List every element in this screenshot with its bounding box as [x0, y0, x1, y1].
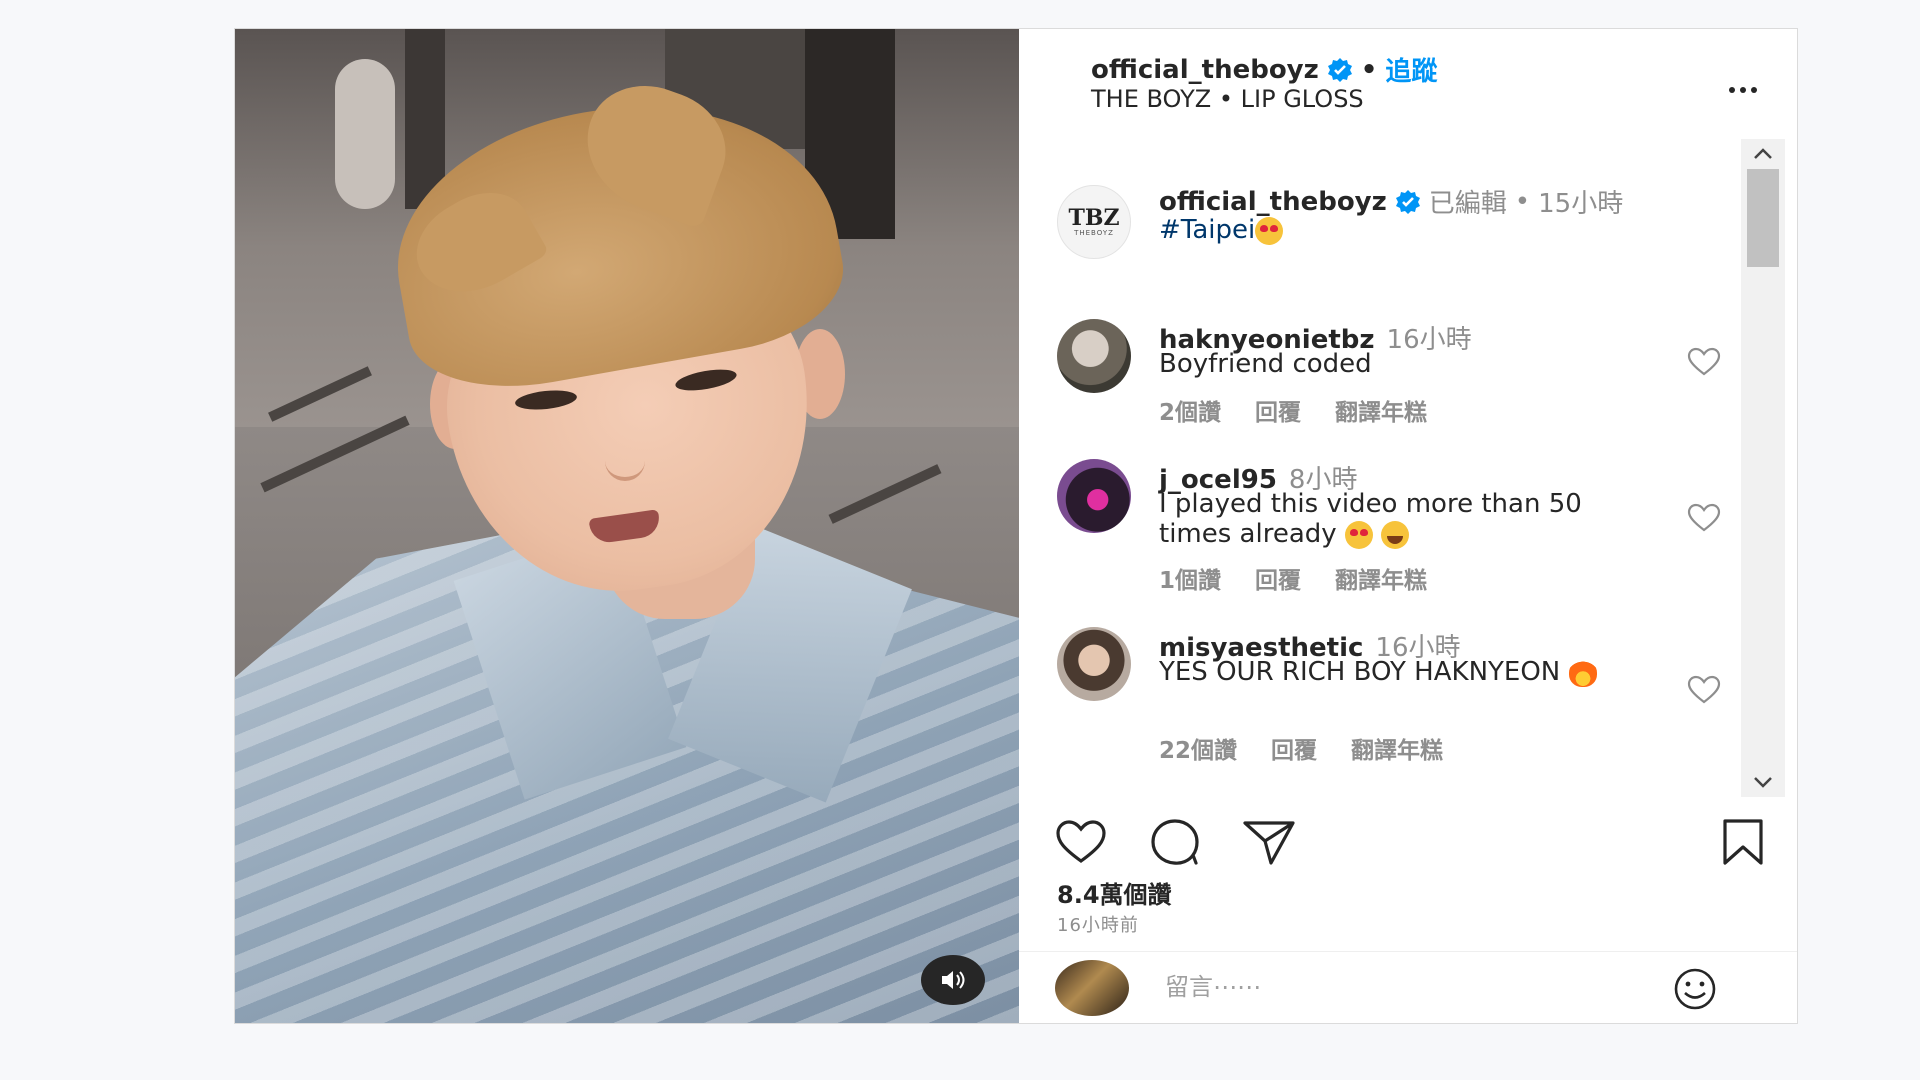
avatar[interactable] — [1057, 627, 1131, 701]
comment-item: haknyeonietbz 16小時 Boyfriend coded 2個讚 回… — [1019, 319, 1721, 426]
heart-eyes-emoji-icon — [1255, 216, 1284, 245]
edited-label: 已編輯 — [1428, 189, 1507, 219]
fire-emoji-icon — [1568, 658, 1597, 687]
avatar[interactable] — [1057, 459, 1131, 533]
tbz-logo-sub: THEBOYZ — [1074, 229, 1114, 237]
avatar[interactable] — [1057, 319, 1131, 393]
current-user-avatar — [1055, 960, 1129, 1016]
comment-text: YES OUR RICH BOY HAKNYEON — [1159, 657, 1659, 687]
caption-text: #Taipei — [1159, 215, 1284, 245]
comment-input[interactable] — [1163, 968, 1667, 1006]
translate-button[interactable]: 翻譯年糕 — [1351, 731, 1443, 765]
emoji-picker-icon[interactable] — [1669, 966, 1721, 1012]
comments-section[interactable]: TBZ THEBOYZ official_theboyz 已編輯 • 15小時 … — [1019, 139, 1797, 797]
comment-text: I played this video more than 50 times a… — [1159, 489, 1659, 549]
more-options-icon[interactable] — [1729, 87, 1757, 93]
likes-count[interactable]: 8.4萬個讚 — [1057, 875, 1172, 910]
translate-button[interactable]: 翻譯年糕 — [1335, 393, 1427, 427]
reply-button[interactable]: 回覆 — [1271, 731, 1317, 765]
posted-time: 16小時前 — [1057, 915, 1139, 936]
heart-icon[interactable] — [1687, 347, 1721, 377]
header-separator: • — [1360, 54, 1378, 85]
floor-marking — [268, 366, 372, 422]
like-heart-icon[interactable] — [1053, 817, 1109, 867]
comment-likes-link[interactable]: 2個讚 — [1159, 393, 1221, 427]
tbz-logo: TBZ — [1068, 205, 1120, 231]
caption-time[interactable]: 15小時 — [1538, 183, 1623, 220]
caption-avatar[interactable]: TBZ THEBOYZ — [1057, 185, 1131, 259]
heart-icon[interactable] — [1687, 503, 1721, 533]
speaker-icon — [942, 971, 965, 989]
hashtag-link[interactable]: #Taipei — [1159, 215, 1255, 245]
comment-item: misyaesthetic 16小時 YES OUR RICH BOY HAKN… — [1019, 627, 1721, 764]
scroll-down-icon[interactable] — [1741, 767, 1785, 797]
scroll-up-icon[interactable] — [1741, 139, 1785, 169]
header-user-line: official_theboyz • 追蹤 — [1091, 51, 1437, 88]
heart-eyes-emoji-icon — [1344, 520, 1373, 549]
bookmark-icon[interactable] — [1715, 817, 1771, 867]
comment-likes-link[interactable]: 22個讚 — [1159, 731, 1237, 765]
verified-badge-icon — [1327, 57, 1352, 82]
background-person — [335, 59, 395, 209]
reply-button[interactable]: 回覆 — [1255, 393, 1301, 427]
add-comment-bar — [1019, 951, 1797, 1024]
sound-toggle-button[interactable] — [921, 955, 985, 1005]
follow-button[interactable]: 追蹤 — [1385, 51, 1437, 88]
video-player[interactable] — [235, 29, 1019, 1023]
header-username[interactable]: official_theboyz — [1091, 55, 1319, 85]
comments-scrollbar[interactable] — [1741, 139, 1785, 797]
comment-likes-link[interactable]: 1個讚 — [1159, 561, 1221, 595]
verified-badge-icon — [1395, 189, 1420, 214]
reply-button[interactable]: 回覆 — [1255, 561, 1301, 595]
action-bar — [1019, 799, 1797, 865]
laughing-emoji-icon — [1381, 520, 1410, 549]
caption-username[interactable]: official_theboyz — [1159, 187, 1387, 217]
comment-item: j_ocel95 8小時 I played this video more th… — [1019, 459, 1721, 594]
translate-button[interactable]: 翻譯年糕 — [1335, 561, 1427, 595]
comment-text-content: YES OUR RICH BOY HAKNYEON — [1159, 657, 1561, 687]
heart-icon[interactable] — [1687, 675, 1721, 705]
comment-icon[interactable] — [1147, 817, 1203, 867]
scroll-thumb[interactable] — [1747, 169, 1779, 267]
comment-meta: 22個讚 回覆 翻譯年糕 — [1159, 731, 1443, 765]
audio-subtitle[interactable]: THE BOYZ • LIP GLOSS — [1091, 85, 1364, 113]
post-details-panel: official_theboyz • 追蹤 THE BOYZ • LIP GLO… — [1019, 29, 1797, 1023]
comment-text: Boyfriend coded — [1159, 349, 1372, 379]
post-header: official_theboyz • 追蹤 THE BOYZ • LIP GLO… — [1019, 29, 1797, 129]
instagram-post: official_theboyz • 追蹤 THE BOYZ • LIP GLO… — [234, 28, 1798, 1024]
comment-meta: 1個讚 回覆 翻譯年糕 — [1159, 561, 1427, 595]
caption-separator: • — [1514, 186, 1531, 217]
comment-meta: 2個讚 回覆 翻譯年糕 — [1159, 393, 1427, 427]
share-icon[interactable] — [1241, 817, 1297, 867]
